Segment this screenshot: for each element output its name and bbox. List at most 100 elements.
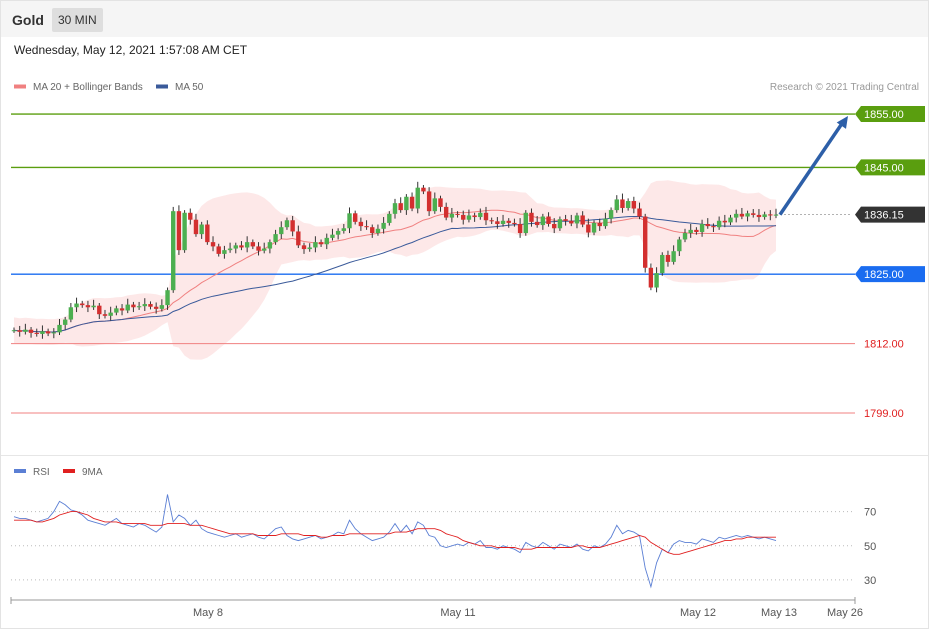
candle <box>603 218 608 227</box>
candle <box>677 239 682 252</box>
candle <box>426 191 432 212</box>
x-tick-label: May 8 <box>193 607 223 619</box>
candle <box>188 212 193 220</box>
candle <box>745 213 750 217</box>
candle <box>500 220 506 224</box>
candle <box>159 305 165 309</box>
price-chart: MA 20 + Bollinger Bands MA 50 Research ©… <box>1 82 928 619</box>
candle <box>705 223 710 227</box>
x-tick-label: May 26 <box>827 607 863 619</box>
candle <box>739 213 745 217</box>
candle <box>728 217 733 223</box>
candle <box>466 215 472 220</box>
candle <box>512 222 517 224</box>
candle <box>563 219 568 221</box>
candle <box>279 227 284 235</box>
level-label: 1845.00 <box>864 162 904 174</box>
candle <box>665 254 671 262</box>
candle <box>347 213 352 229</box>
candle <box>694 229 699 232</box>
candle <box>461 214 466 220</box>
candle <box>495 221 500 224</box>
candle <box>210 242 216 247</box>
candle <box>756 214 762 218</box>
candle <box>398 203 403 211</box>
candle <box>17 330 22 332</box>
x-tick-label: May 11 <box>440 607 475 619</box>
rsi-legend-swatch <box>14 469 26 473</box>
candle <box>768 214 773 216</box>
candle <box>574 215 580 224</box>
candle <box>102 314 108 316</box>
candle <box>250 242 256 247</box>
candle <box>153 306 159 309</box>
candle <box>233 245 238 249</box>
rsi-ma-line <box>14 511 776 555</box>
ma20-legend-label: MA 20 + Bollinger Bands <box>33 82 143 93</box>
candle <box>608 210 614 219</box>
candle <box>534 221 540 226</box>
rsi-legend-label: RSI <box>33 467 50 478</box>
candle <box>364 226 369 228</box>
candle <box>284 220 290 228</box>
candle <box>34 332 39 334</box>
candle <box>637 208 642 217</box>
candle <box>478 212 483 218</box>
rsi-tick-label: 50 <box>864 541 876 553</box>
candle <box>358 221 364 227</box>
candle <box>28 329 34 333</box>
candle <box>148 304 153 307</box>
candle <box>114 308 119 313</box>
candle <box>699 223 705 232</box>
candle <box>586 224 591 233</box>
candle <box>318 242 324 245</box>
candle <box>523 212 528 234</box>
candle <box>529 212 534 222</box>
rsi-tick-label: 30 <box>864 575 876 587</box>
candle <box>654 273 659 288</box>
candle <box>171 211 176 291</box>
candle <box>625 201 631 208</box>
candle <box>142 304 147 307</box>
candle <box>591 222 597 233</box>
candle <box>85 305 91 308</box>
candle <box>643 216 648 268</box>
candle <box>540 216 546 226</box>
candle <box>244 242 250 248</box>
candle <box>483 212 489 221</box>
candle <box>335 230 341 235</box>
candle <box>125 304 130 311</box>
candle <box>193 219 199 235</box>
candle <box>341 228 347 231</box>
copyright-label: Research © 2021 Trading Central <box>770 82 919 93</box>
candle <box>631 201 637 209</box>
level-label: 1812.00 <box>864 339 904 351</box>
candle <box>324 237 329 245</box>
candle <box>506 220 511 223</box>
candle <box>733 213 739 218</box>
level-label: 1825.00 <box>864 269 904 281</box>
candle <box>136 306 142 308</box>
candle <box>580 215 585 225</box>
rsi-ma-legend-label: 9MA <box>82 467 103 478</box>
candle <box>239 245 244 248</box>
rsi-legend: RSI 9MA <box>14 467 103 478</box>
candle <box>97 305 102 315</box>
candle <box>256 246 261 251</box>
ma20-legend-swatch <box>14 84 26 89</box>
candle <box>688 229 693 234</box>
candle <box>722 220 728 223</box>
candle <box>569 220 574 224</box>
candle <box>23 329 28 332</box>
candle <box>307 247 312 250</box>
candle <box>751 213 756 215</box>
candle <box>415 187 420 209</box>
candle <box>552 223 557 229</box>
candle <box>711 226 716 228</box>
candle <box>660 254 665 274</box>
candle <box>313 242 318 248</box>
candle <box>381 222 386 229</box>
x-tick-label: May 13 <box>761 607 797 619</box>
candle <box>80 303 85 306</box>
level-label: 1836.15 <box>864 210 904 222</box>
